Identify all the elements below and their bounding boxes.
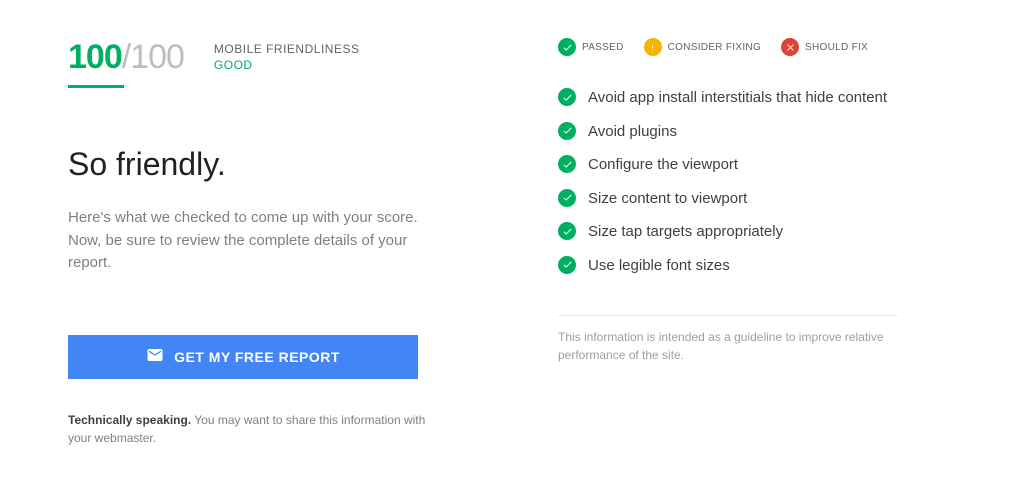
list-item: Size content to viewport: [558, 189, 964, 209]
subtext: Here's what we checked to come up with y…: [68, 207, 448, 275]
check-icon: [558, 88, 576, 106]
list-item: Avoid app install interstitials that hid…: [558, 88, 964, 108]
list-item: Avoid plugins: [558, 122, 964, 142]
score-category: MOBILE FRIENDLINESS: [214, 42, 360, 56]
score-value: 100: [68, 38, 122, 76]
list-item: Size tap targets appropriately: [558, 222, 964, 242]
legend-should-fix: SHOULD FIX: [781, 38, 868, 56]
check-icon: [558, 256, 576, 274]
status-legend: PASSED CONSIDER FIXING SHOULD FIX: [558, 38, 964, 56]
email-icon: [146, 346, 164, 367]
legend-consider-fixing: CONSIDER FIXING: [644, 38, 761, 56]
tech-note-strong: Technically speaking.: [68, 413, 191, 427]
score-rating: GOOD: [214, 58, 360, 72]
headline: So friendly.: [68, 146, 498, 183]
error-icon: [781, 38, 799, 56]
get-report-button[interactable]: GET MY FREE REPORT: [68, 335, 418, 379]
check-icon: [558, 38, 576, 56]
disclaimer: This information is intended as a guidel…: [558, 315, 898, 364]
tech-note: Technically speaking. You may want to sh…: [68, 411, 428, 447]
legend-passed: PASSED: [558, 38, 624, 56]
check-icon: [558, 155, 576, 173]
checks-list: Avoid app install interstitials that hid…: [558, 88, 964, 275]
score-header: 100/100 MOBILE FRIENDLINESS GOOD: [68, 38, 498, 88]
cta-label: GET MY FREE REPORT: [174, 349, 340, 365]
list-item: Use legible font sizes: [558, 256, 964, 276]
check-icon: [558, 122, 576, 140]
warning-icon: [644, 38, 662, 56]
score-underline: [68, 85, 124, 88]
check-icon: [558, 222, 576, 240]
score-max: /100: [122, 38, 184, 76]
list-item: Configure the viewport: [558, 155, 964, 175]
check-icon: [558, 189, 576, 207]
